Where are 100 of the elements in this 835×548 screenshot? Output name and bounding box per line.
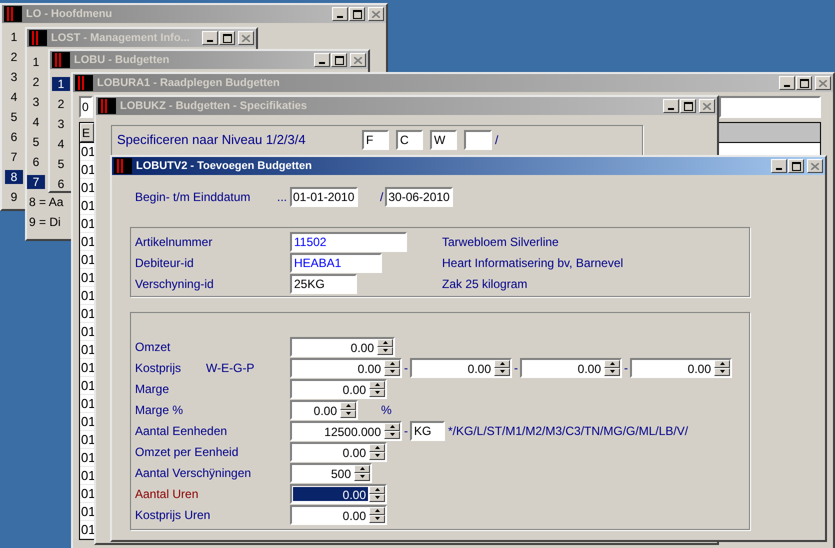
date-field[interactable]: 01-01-2010 [290, 187, 358, 207]
menu-item[interactable]: 3 [52, 117, 70, 131]
menu-item[interactable]: 4 [27, 115, 45, 129]
spin-field[interactable]: 0.00 [290, 400, 358, 420]
menu-item[interactable]: 6 [27, 155, 45, 169]
table-cell: 01 [80, 288, 96, 304]
spin-field[interactable]: 0.00 [290, 378, 387, 398]
spin-up-button[interactable] [340, 402, 356, 410]
spin-up-button[interactable] [369, 506, 385, 514]
spin-up-button[interactable] [369, 380, 385, 388]
menu-item[interactable]: 4 [52, 137, 70, 151]
up-arrow-icon [500, 362, 504, 365]
menu-item[interactable]: 5 [5, 110, 23, 124]
menu-item[interactable]: 2 [52, 97, 70, 111]
menu-item[interactable]: 1 [5, 30, 23, 44]
minimize-button[interactable] [771, 159, 787, 173]
app-icon [75, 75, 93, 91]
spin-field[interactable]: 0.00 [520, 358, 622, 378]
spin-field[interactable]: 0.00 [410, 358, 512, 378]
menu-item[interactable]: 6 [52, 177, 70, 191]
input-field[interactable]: F [362, 130, 389, 150]
menu-item[interactable]: 3 [5, 70, 23, 84]
field-label: Kostprijs Uren [135, 506, 210, 524]
spin-field[interactable]: 0.00 [290, 504, 387, 524]
input-field[interactable]: W [430, 130, 457, 150]
menu-item[interactable]: 2 [5, 50, 23, 64]
spin-field[interactable]: 0.00 [290, 336, 395, 356]
spin-up-button[interactable] [604, 360, 620, 368]
spin-field[interactable]: 500 [290, 462, 372, 482]
menu-item[interactable]: 8 = Aa [27, 195, 66, 209]
down-arrow-icon [374, 391, 380, 394]
spin-up-button[interactable] [494, 360, 510, 368]
spin-field[interactable]: 12500.000 [290, 420, 402, 440]
app-icon [114, 158, 132, 174]
maximize-button[interactable] [219, 31, 235, 45]
maximize-button[interactable] [680, 99, 696, 113]
date-field[interactable]: 30-06-2010 [385, 187, 454, 207]
menu-item[interactable]: 3 [27, 95, 45, 109]
maximize-button[interactable] [349, 7, 365, 21]
spin-up-button[interactable] [714, 360, 730, 368]
maximize-button[interactable] [788, 159, 804, 173]
minimize-icon [776, 168, 782, 170]
close-button[interactable] [815, 76, 831, 90]
input-field[interactable]: 11502 [290, 232, 407, 252]
menu-item[interactable]: 2 [27, 75, 45, 89]
spin-field[interactable]: 0.00 [290, 358, 402, 378]
spin-up-button[interactable] [354, 464, 370, 472]
menu-item[interactable]: 6 [5, 130, 23, 144]
menu-item[interactable]: 9 = Di [27, 215, 63, 229]
menu-item[interactable]: 4 [5, 90, 23, 104]
down-arrow-icon [374, 517, 380, 520]
menu-item[interactable]: 7 [5, 150, 23, 164]
maximize-button[interactable] [796, 76, 812, 90]
minimize-button[interactable] [663, 99, 679, 113]
input-field[interactable] [719, 96, 821, 118]
close-button[interactable] [238, 31, 254, 45]
unit-field[interactable]: KG [410, 420, 445, 440]
separator-text: - [403, 422, 409, 440]
up-arrow-icon [346, 404, 350, 407]
input-field[interactable]: 25KG [290, 274, 357, 294]
input-field[interactable]: HEABA1 [290, 252, 382, 272]
input-field[interactable] [464, 130, 492, 150]
menu-item[interactable]: 1 [52, 77, 70, 91]
table-cell: 01 [80, 270, 96, 286]
menu-item[interactable]: 7 [27, 175, 45, 189]
menu-item[interactable]: 9 [5, 190, 23, 204]
table-cell: 01 [80, 378, 96, 394]
close-button[interactable] [699, 99, 715, 113]
up-arrow-icon [374, 509, 380, 512]
field-value: 0.00 [342, 382, 367, 396]
separator-text: / [495, 132, 498, 149]
menu-item[interactable]: 5 [52, 157, 70, 171]
table-cell: 01 [80, 342, 96, 358]
close-button[interactable] [368, 7, 384, 21]
spin-field[interactable]: 0.00 [290, 442, 387, 462]
close-button[interactable] [807, 159, 823, 173]
input-field[interactable]: 0 [79, 96, 93, 118]
close-button[interactable] [350, 53, 366, 67]
spin-up-button[interactable] [369, 444, 385, 452]
menu-item[interactable]: 5 [27, 135, 45, 149]
minimize-button[interactable] [314, 53, 330, 67]
spin-up-button[interactable] [384, 422, 400, 430]
spin-field[interactable]: 0.00 [630, 358, 732, 378]
menu-item[interactable]: 1 [27, 55, 45, 69]
spin-up-button[interactable] [369, 486, 385, 494]
input-field[interactable]: C [396, 130, 423, 150]
up-arrow-icon [390, 425, 394, 428]
menu-item[interactable]: 8 [5, 170, 23, 184]
column-header[interactable]: E [80, 123, 94, 142]
maximize-button[interactable] [331, 53, 347, 67]
minimize-button[interactable] [202, 31, 218, 45]
table-cell: 01 [80, 450, 96, 466]
lookup-link[interactable]: ... [277, 188, 290, 206]
spin-up-button[interactable] [377, 338, 393, 346]
up-arrow-icon [720, 362, 724, 365]
separator-text: / [380, 189, 384, 206]
spin-up-button[interactable] [384, 360, 400, 368]
minimize-button[interactable] [779, 76, 795, 90]
spin-field[interactable]: 0.00 [290, 484, 387, 504]
minimize-button[interactable] [332, 7, 348, 21]
